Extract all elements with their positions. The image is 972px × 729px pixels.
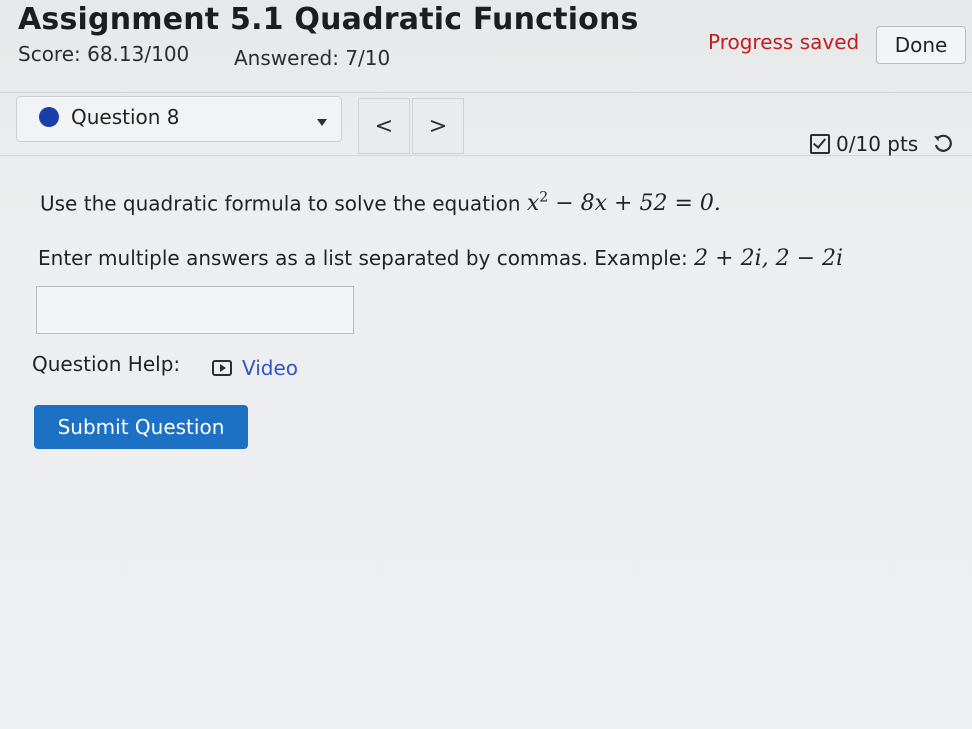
answer-input[interactable] — [36, 286, 354, 334]
previous-question-button[interactable]: < — [358, 98, 410, 154]
retry-icon[interactable] — [932, 133, 954, 155]
question-help-label: Question Help: — [32, 352, 181, 376]
question-selector[interactable]: Question 8 — [16, 96, 342, 142]
points-text: 0/10 pts — [836, 132, 919, 156]
equation-rest: − 8x + 52 = 0. — [555, 191, 721, 217]
question-prompt: Use the quadratic formula to solve the e… — [40, 190, 721, 216]
video-link-label: Video — [242, 356, 299, 380]
equation: x2 − 8x + 52 = 0. — [526, 190, 721, 217]
equation-variable: x — [526, 191, 540, 217]
page: Assignment 5.1 Quadratic Functions Score… — [0, 0, 972, 729]
equation-exponent: 2 — [539, 190, 549, 206]
score-text: Score: 68.13/100 — [18, 42, 190, 66]
example-answer: 2 + 2i, 2 − 2i — [694, 246, 844, 271]
points-display: 0/10 pts — [810, 132, 954, 156]
question-status-dot — [39, 107, 59, 127]
question-selector-label: Question 8 — [71, 105, 180, 129]
chevron-down-icon — [317, 119, 327, 126]
submit-question-button[interactable]: Submit Question — [34, 405, 248, 449]
assignment-title: Assignment 5.1 Quadratic Functions — [18, 2, 639, 37]
video-help-link[interactable]: Video — [212, 356, 298, 380]
answer-instruction: Enter multiple answers as a list separat… — [38, 246, 843, 271]
instruction-text: Enter multiple answers as a list separat… — [38, 246, 688, 270]
progress-status: Progress saved — [708, 30, 860, 54]
next-question-button[interactable]: > — [412, 98, 464, 154]
video-icon — [212, 360, 232, 376]
done-button[interactable]: Done — [876, 26, 966, 64]
answered-count: Answered: 7/10 — [234, 46, 391, 70]
checkbox-icon — [810, 134, 830, 154]
prompt-text: Use the quadratic formula to solve the e… — [40, 191, 521, 216]
